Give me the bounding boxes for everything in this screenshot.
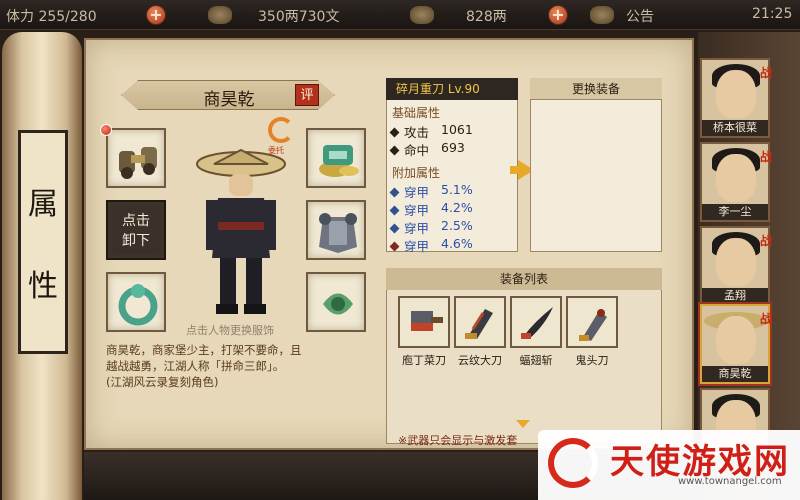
hero-name: 李一尘	[702, 204, 768, 220]
stat-row: 攻击 1061	[389, 122, 473, 141]
ghost-head-blade-icon	[579, 309, 607, 341]
watermark-url: www.townangel.com	[678, 476, 782, 487]
stat-row: 穿甲 5.1%	[389, 182, 473, 201]
unequip-label-2: 卸下	[122, 233, 150, 249]
refresh-icon	[268, 117, 294, 143]
equip-item-bat-wing-blade[interactable]	[510, 296, 562, 348]
weapon-title: 碎月重刀 Lv.90	[386, 78, 518, 100]
rate-button[interactable]: 评	[295, 84, 319, 106]
character-panel: 商昊乾 评 点击 卸下 委托 点击人物更换服饰 商昊乾，商家堡少主，打架不要命，…	[84, 38, 694, 450]
broadsword-icon	[465, 309, 493, 339]
equip-item-label: 庖丁菜刀	[402, 354, 446, 367]
accessory-slot[interactable]	[106, 128, 166, 188]
add-gold-button[interactable]: +	[548, 5, 568, 25]
battle-badge: 战	[759, 66, 772, 80]
hero-card[interactable]: 李一尘 战	[700, 142, 772, 222]
hero-card[interactable]: 桥本很菜 战	[700, 58, 772, 138]
diamond-bullet-icon	[389, 205, 400, 216]
equip-item-label: 蝠翅斩	[519, 354, 553, 367]
desc-line-3: (江湖风云录复刻角色)	[106, 375, 219, 389]
weapon-slot-unequip[interactable]: 点击 卸下	[106, 200, 166, 260]
diamond-bullet-icon	[389, 127, 400, 138]
equip-item-kitchen-cleaver[interactable]	[398, 296, 450, 348]
battle-badge: 战	[759, 234, 772, 248]
notice-button[interactable]: 公告	[626, 6, 654, 26]
new-item-dot	[100, 124, 112, 136]
character-description: 商昊乾，商家堡少主，打架不要命，且 越战越勇，江湖人称「拼命三郎」。 (江湖风云…	[106, 342, 368, 394]
equip-item-ghost-head-blade[interactable]	[566, 296, 618, 348]
base-attr-label: 基础属性	[392, 106, 441, 120]
hero-card-selected[interactable]: 商昊乾 战	[700, 304, 772, 384]
equip-item-cloud-blade[interactable]	[454, 296, 506, 348]
entrust-label: 委托	[268, 146, 284, 155]
character-figure[interactable]	[194, 148, 288, 318]
cleaver-icon	[411, 311, 443, 331]
stat-row: 命中 693	[389, 140, 465, 159]
jade-coins-icon	[319, 145, 359, 177]
binoculars-icon	[119, 147, 157, 179]
attributes-tab[interactable]: 属 性	[18, 130, 68, 354]
extra-attr-label: 附加属性	[392, 166, 441, 180]
stamina-readout: 体力 255/280	[6, 9, 97, 25]
jade-charm-icon	[323, 293, 353, 315]
left-scroll: 属 性	[2, 32, 82, 500]
hero-name: 孟翔	[702, 288, 768, 304]
tab-char-2: 性	[28, 269, 58, 304]
clock: 21:25	[752, 6, 793, 22]
hero-portrait	[716, 238, 756, 286]
equipment-list-title: 装备列表	[386, 268, 662, 290]
gold-ingot-icon	[410, 6, 434, 24]
hero-portrait	[716, 316, 756, 364]
stat-row: 穿甲 2.5%	[389, 218, 473, 237]
diamond-bullet-icon	[389, 187, 400, 198]
diamond-bullet-icon	[389, 145, 400, 156]
hero-name: 桥本很菜	[702, 120, 768, 136]
scroll-down-icon[interactable]	[516, 420, 530, 428]
desc-line-2: 越战越勇，江湖人称「拼命三郎」。	[106, 359, 285, 373]
equipment-note: ※武器只会显示与激发套	[398, 434, 518, 447]
tab-char-1: 属	[28, 187, 58, 222]
notice-icon[interactable]	[590, 6, 614, 24]
charm-slot[interactable]	[306, 272, 366, 332]
hero-card[interactable]: 孟翔 战	[700, 226, 772, 306]
silver-readout: 350两730文	[258, 9, 340, 25]
desc-line-1: 商昊乾，商家堡少主，打架不要命，且	[106, 343, 302, 357]
hero-name: 商昊乾	[702, 366, 768, 382]
stat-row: 穿甲 4.2%	[389, 200, 473, 219]
change-outfit-hint: 点击人物更换服饰	[186, 324, 274, 337]
site-logo-icon	[548, 438, 598, 488]
add-stamina-button[interactable]: +	[146, 5, 166, 25]
site-watermark: 天使游戏网 www.townangel.com	[538, 430, 800, 500]
armor-slot[interactable]	[306, 200, 366, 260]
bat-wing-blade-icon	[521, 307, 553, 339]
battle-badge: 战	[759, 150, 772, 164]
swap-equipment-title: 更换装备	[530, 78, 662, 100]
gold-readout: 828两	[466, 9, 507, 25]
silver-coin-icon	[208, 6, 232, 24]
diamond-bullet-icon	[389, 223, 400, 234]
top-status-bar: 体力 255/280 + 350两730文 828两 + 公告 21:25	[0, 0, 800, 30]
hero-portrait	[716, 70, 756, 118]
equip-item-label: 鬼头刀	[575, 354, 609, 367]
armor-icon	[319, 213, 357, 253]
diamond-bullet-icon	[389, 241, 400, 252]
equip-item-label: 云纹大刀	[458, 354, 502, 367]
stat-row: 穿甲 4.6%	[389, 236, 473, 255]
ring-slot[interactable]	[106, 272, 166, 332]
hero-portrait	[716, 154, 756, 202]
treasure-slot[interactable]	[306, 128, 366, 188]
battle-badge: 战	[759, 312, 772, 326]
jade-ring-icon	[118, 284, 158, 326]
unequip-label-1: 点击	[122, 213, 150, 229]
swap-equipment-box	[530, 78, 662, 252]
entrust-button[interactable]: 委托	[266, 117, 296, 157]
